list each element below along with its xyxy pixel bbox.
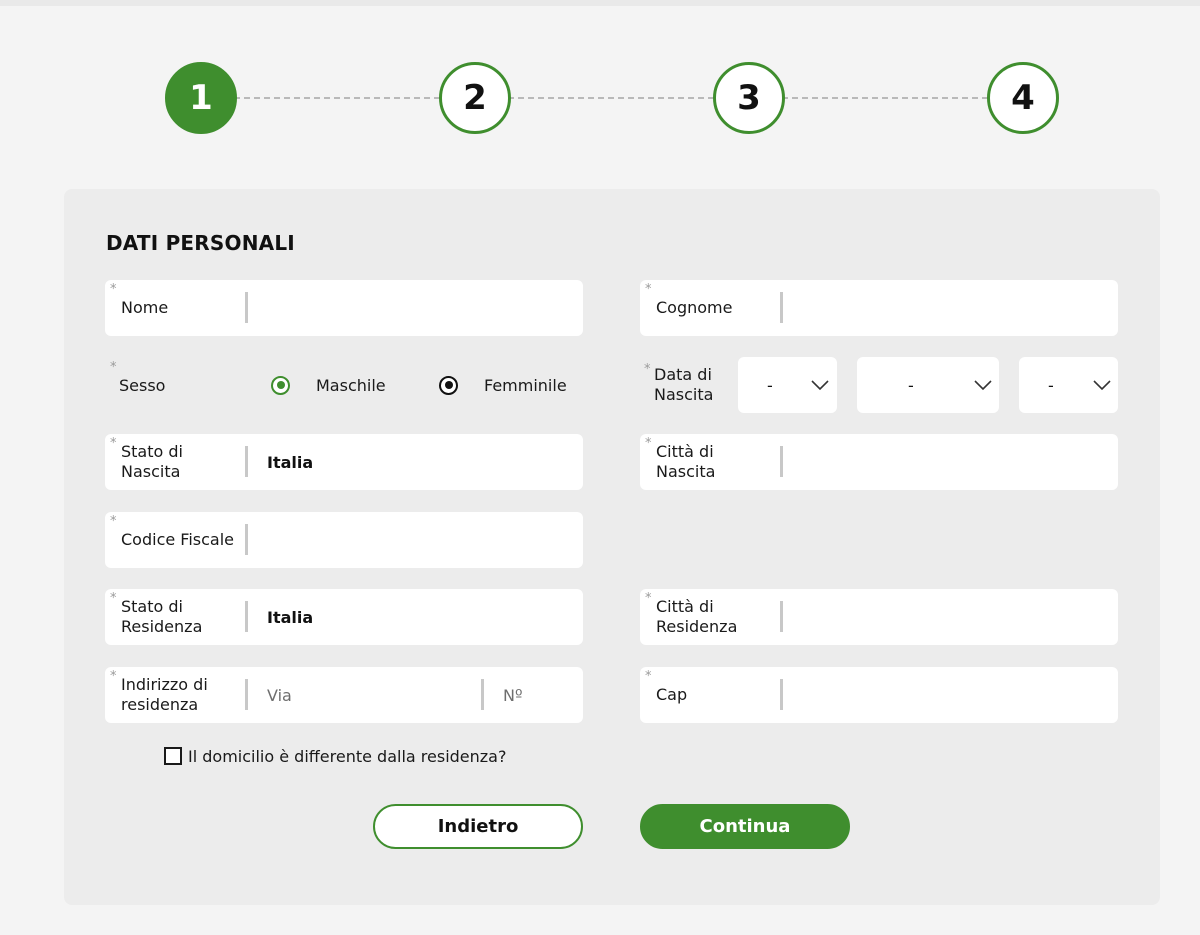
- cognome-label: Cognome: [656, 298, 733, 317]
- radio-icon[interactable]: [271, 375, 290, 395]
- sesso-row: * Sesso Maschile Femminile: [105, 357, 583, 413]
- birth-year-value: -: [1048, 375, 1054, 395]
- stato-nascita-field[interactable]: * Stato di Nascita Italia: [105, 434, 583, 490]
- codice-fiscale-label: Codice Fiscale: [121, 530, 234, 549]
- chevron-down-icon: [974, 380, 992, 391]
- field-divider: [245, 446, 248, 477]
- step-connector: [234, 97, 440, 99]
- step-1: 1: [165, 62, 237, 134]
- domicilio-checkbox-label: Il domicilio è differente dalla residenz…: [188, 746, 507, 766]
- radio-femminile-label: Femminile: [484, 375, 567, 395]
- field-divider: [780, 446, 783, 477]
- section-title: DATI PERSONALI: [106, 231, 295, 255]
- step-3: 3: [713, 62, 785, 134]
- citta-residenza-field[interactable]: * Città di Residenza: [640, 589, 1118, 645]
- indirizzo-field[interactable]: * Indirizzo di residenza Via Nº: [105, 667, 583, 723]
- chevron-down-icon: [1093, 380, 1111, 391]
- codice-fiscale-field[interactable]: * Codice Fiscale: [105, 512, 583, 568]
- stato-residenza-field[interactable]: * Stato di Residenza Italia: [105, 589, 583, 645]
- cap-label: Cap: [656, 685, 688, 704]
- step-connector: [508, 97, 714, 99]
- step-4: 4: [987, 62, 1059, 134]
- stato-nascita-label: Stato di Nascita: [121, 442, 183, 481]
- nome-label: Nome: [121, 298, 169, 317]
- codice-fiscale-input[interactable]: [265, 520, 565, 560]
- citta-nascita-field[interactable]: * Città di Nascita: [640, 434, 1118, 490]
- stato-residenza-label: Stato di Residenza: [121, 597, 203, 636]
- required-marker: *: [645, 669, 652, 684]
- domicilio-checkbox-row[interactable]: Il domicilio è differente dalla residenz…: [164, 745, 506, 767]
- required-marker: *: [644, 362, 651, 377]
- field-divider: [481, 679, 484, 710]
- sesso-label: Sesso: [119, 375, 166, 395]
- required-marker: *: [110, 282, 117, 297]
- citta-nascita-input[interactable]: [800, 442, 1100, 482]
- radio-maschile-label: Maschile: [316, 375, 386, 395]
- cap-input[interactable]: [800, 675, 1100, 715]
- cognome-input[interactable]: [800, 288, 1100, 328]
- field-divider: [245, 679, 248, 710]
- birth-day-value: -: [767, 375, 773, 395]
- field-divider: [780, 601, 783, 632]
- birth-month-value: -: [908, 375, 914, 395]
- nome-field[interactable]: * Nome: [105, 280, 583, 336]
- via-input[interactable]: Via: [267, 667, 292, 723]
- continue-button[interactable]: Continua: [640, 804, 850, 849]
- required-marker: *: [110, 436, 117, 451]
- field-divider: [245, 524, 248, 555]
- top-bar: [0, 0, 1200, 6]
- personal-data-card: DATI PERSONALI * Nome * Cognome * Sesso …: [64, 189, 1160, 905]
- birth-month-select[interactable]: -: [857, 357, 999, 413]
- required-marker: *: [645, 591, 652, 606]
- chevron-down-icon: [811, 380, 829, 391]
- birth-year-select[interactable]: -: [1019, 357, 1118, 413]
- citta-residenza-label: Città di Residenza: [656, 597, 738, 636]
- nome-input[interactable]: [265, 288, 565, 328]
- stato-residenza-value[interactable]: Italia: [267, 589, 313, 645]
- field-divider: [780, 292, 783, 323]
- birth-day-select[interactable]: -: [738, 357, 837, 413]
- cognome-field[interactable]: * Cognome: [640, 280, 1118, 336]
- step-connector: [782, 97, 988, 99]
- citta-residenza-input[interactable]: [800, 597, 1100, 637]
- required-marker: *: [110, 360, 117, 375]
- back-button[interactable]: Indietro: [373, 804, 583, 849]
- required-marker: *: [645, 436, 652, 451]
- progress-stepper: 1 2 3 4: [0, 62, 1200, 134]
- radio-femminile[interactable]: Femminile: [439, 357, 567, 413]
- field-divider: [245, 292, 248, 323]
- field-divider: [245, 601, 248, 632]
- stato-nascita-value[interactable]: Italia: [267, 434, 313, 490]
- checkbox-icon[interactable]: [164, 747, 182, 765]
- civic-number-input[interactable]: Nº: [503, 667, 523, 723]
- cap-field[interactable]: * Cap: [640, 667, 1118, 723]
- data-nascita-label: Data di Nascita: [654, 365, 714, 404]
- required-marker: *: [645, 282, 652, 297]
- indirizzo-label: Indirizzo di residenza: [121, 675, 208, 714]
- required-marker: *: [110, 514, 117, 529]
- step-2: 2: [439, 62, 511, 134]
- radio-icon[interactable]: [439, 375, 458, 395]
- field-divider: [780, 679, 783, 710]
- data-nascita-label-wrap: * Data di Nascita: [644, 357, 734, 413]
- required-marker: *: [110, 669, 117, 684]
- required-marker: *: [110, 591, 117, 606]
- radio-maschile[interactable]: Maschile: [271, 357, 386, 413]
- citta-nascita-label: Città di Nascita: [656, 442, 716, 481]
